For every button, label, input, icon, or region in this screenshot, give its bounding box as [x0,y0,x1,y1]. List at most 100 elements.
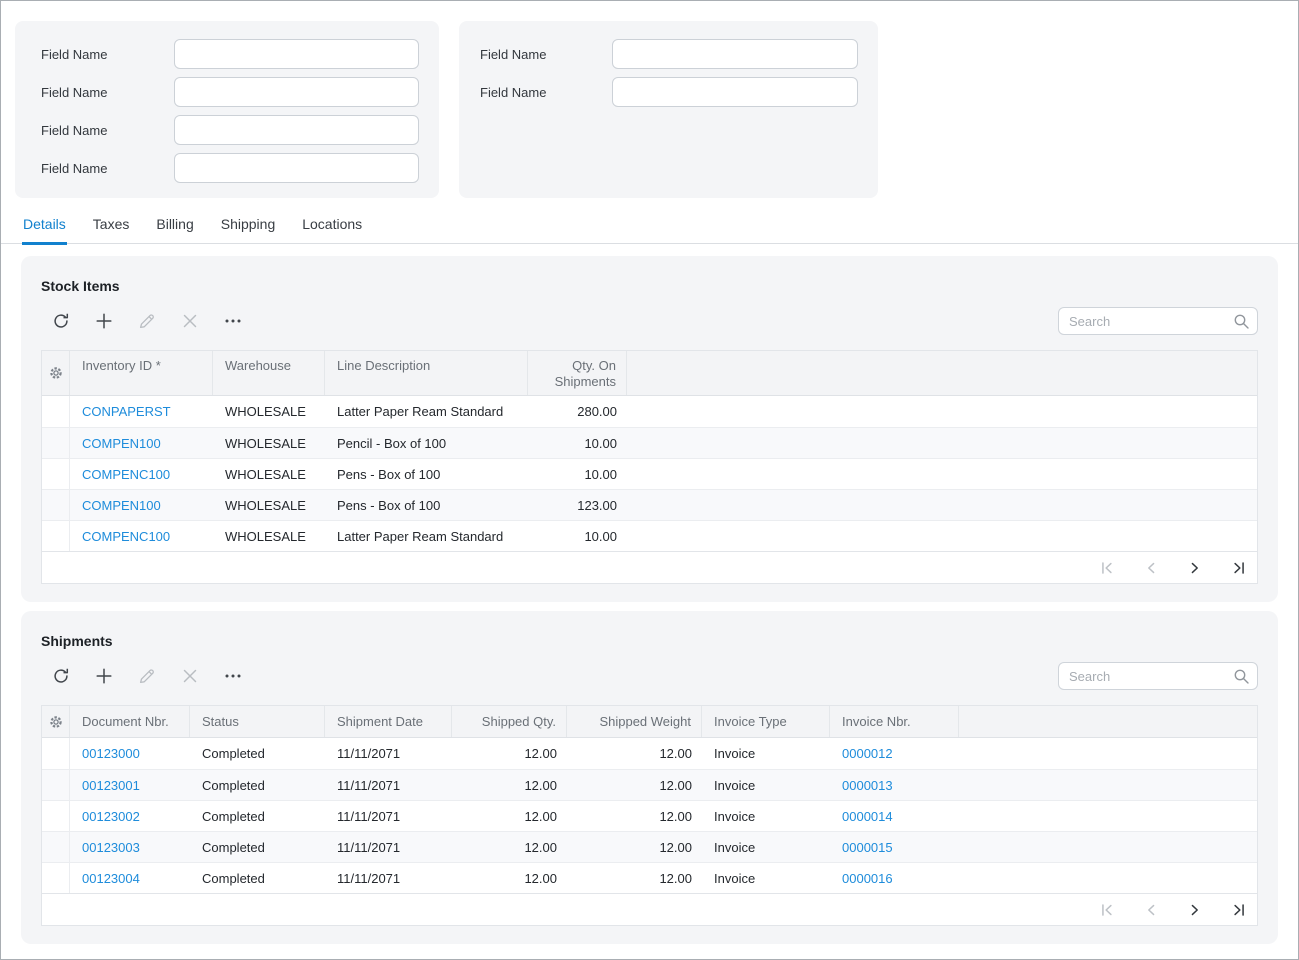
table-row[interactable]: 00123004Completed11/11/207112.0012.00Inv… [42,862,1257,893]
invoice-nbr-link[interactable]: 0000012 [842,746,893,761]
cell-line-description: Latter Paper Ream Standard [325,521,528,551]
page: Field NameField NameField NameField Name… [0,0,1299,960]
tab-taxes[interactable]: Taxes [92,216,131,243]
page-prev-button [1142,901,1160,919]
table-row[interactable]: COMPEN100WHOLESALEPens - Box of 100123.0… [42,489,1257,520]
document-nbr-link[interactable]: 00123002 [82,809,140,824]
first-page-icon [1098,901,1116,919]
column-header-label: Warehouse [225,358,291,374]
filter-panel-2: Field Name Field Name [459,21,878,198]
invoice-nbr-link[interactable]: 0000014 [842,809,893,824]
inventory-id-link[interactable]: COMPEN100 [82,436,161,451]
field-input[interactable] [174,153,419,183]
column-header-qty-on-shipments[interactable]: Qty. On Shipments [528,351,627,395]
cell-document-nbr: 00123000 [70,738,190,769]
column-header-document-nbr[interactable]: Document Nbr. [70,706,190,737]
grid-body: CONPAPERST WHOLESALE Latter Paper Ream Sta… [42,396,1257,551]
cell-text: 12.00 [524,840,557,855]
refresh-button[interactable] [51,311,71,331]
tab-locations[interactable]: Locations [301,216,363,243]
cell-inventory-id: COMPENC100 [70,459,213,489]
shipments-title: Shipments [41,611,1258,649]
field-row: Field Name [41,39,439,69]
prev-page-icon [1142,901,1160,919]
stock-items-search-box [1058,307,1258,335]
cell-document-nbr: 00123003 [70,832,190,862]
document-nbr-link[interactable]: 00123001 [82,778,140,793]
table-row[interactable]: CONPAPERSTWHOLESALELatter Paper Ream Sta… [42,396,1257,427]
tab-billing[interactable]: Billing [155,216,194,243]
inventory-id-link[interactable]: CONPAPERST [82,404,171,419]
column-header-shipment-date[interactable]: Shipment Date [325,706,452,737]
field-row: Field Name [480,39,878,69]
document-nbr-link[interactable]: 00123000 [82,746,140,761]
column-header-filler [627,351,1257,395]
field-input[interactable] [174,39,419,69]
refresh-button[interactable] [51,666,71,686]
invoice-nbr-link[interactable]: 0000013 [842,778,893,793]
search-input[interactable] [1059,669,1228,684]
cell-text: WHOLESALE [225,467,306,482]
table-row[interactable]: COMPEN100WHOLESALEPencil - Box of 10010.… [42,427,1257,458]
document-nbr-link[interactable]: 00123003 [82,840,140,855]
column-header-status[interactable]: Status [190,706,325,737]
row-gear-spacer [42,490,70,520]
column-header-label: Document Nbr. [82,714,169,729]
add-button[interactable] [94,311,114,331]
inventory-id-link[interactable]: COMPENC100 [82,529,170,544]
column-header-warehouse[interactable]: Warehouse [213,351,325,395]
field-label: Field Name [480,85,612,100]
edit-button [137,666,157,686]
grid-settings-button[interactable] [42,706,70,737]
tab-bar: Details Taxes Billing Shipping Locations [1,213,1298,244]
cell-invoice-nbr: 0000012 [830,738,959,769]
column-header-invoice-nbr[interactable]: Invoice Nbr. [830,706,959,737]
cell-shipment-date: 11/11/2071 [325,738,452,769]
inventory-id-link[interactable]: COMPENC100 [82,467,170,482]
column-header-invoice-type[interactable]: Invoice Type [702,706,830,737]
table-row[interactable]: COMPENC100WHOLESALELatter Paper Ream Sta… [42,520,1257,551]
page-prev-button [1142,559,1160,577]
add-button[interactable] [94,666,114,686]
column-header-inventory-id[interactable]: Inventory ID * [70,351,213,395]
delete-button [180,666,200,686]
table-row[interactable]: COMPENC100WHOLESALEPens - Box of 10010.0… [42,458,1257,489]
more-button[interactable] [223,311,243,331]
field-input[interactable] [174,115,419,145]
cell-inventory-id: COMPEN100 [70,490,213,520]
tab-details[interactable]: Details [22,216,67,243]
field-input[interactable] [612,77,858,107]
cell-status: Completed [190,863,325,893]
table-row[interactable]: 00123001Completed11/11/207112.0012.00Inv… [42,769,1257,800]
delete-icon [180,311,200,331]
last-page-icon [1230,901,1248,919]
column-header-shipped-qty[interactable]: Shipped Qty. [452,706,567,737]
cell-text: Invoice [714,778,755,793]
column-header-shipped-weight[interactable]: Shipped Weight [567,706,702,737]
page-last-button[interactable] [1230,901,1248,919]
cell-text: Completed [202,746,265,761]
cell-text: Completed [202,778,265,793]
search-icon [1228,667,1257,685]
stock-items-grid: Inventory ID * Warehouse Line DescriptionQ… [41,350,1258,584]
grid-body: 00123000 Completed 11/11/2071 12.00 12.00 Inv… [42,738,1257,893]
cell-shipped-weight: 12.00 [567,801,702,831]
page-next-button[interactable] [1186,559,1204,577]
grid-settings-button[interactable] [42,351,70,395]
field-input[interactable] [174,77,419,107]
page-last-button[interactable] [1230,559,1248,577]
table-row[interactable]: 00123002Completed11/11/207112.0012.00Inv… [42,800,1257,831]
invoice-nbr-link[interactable]: 0000016 [842,871,893,886]
column-header-line-description[interactable]: Line Description [325,351,528,395]
invoice-nbr-link[interactable]: 0000015 [842,840,893,855]
more-button[interactable] [223,666,243,686]
table-row[interactable]: 00123000Completed11/11/207112.0012.00Inv… [42,738,1257,769]
table-row[interactable]: 00123003Completed11/11/207112.0012.00Inv… [42,831,1257,862]
document-nbr-link[interactable]: 00123004 [82,871,140,886]
cell-qty-on-shipments: 10.00 [528,428,627,458]
inventory-id-link[interactable]: COMPEN100 [82,498,161,513]
search-input[interactable] [1059,314,1228,329]
tab-shipping[interactable]: Shipping [220,216,277,243]
page-next-button[interactable] [1186,901,1204,919]
field-input[interactable] [612,39,858,69]
